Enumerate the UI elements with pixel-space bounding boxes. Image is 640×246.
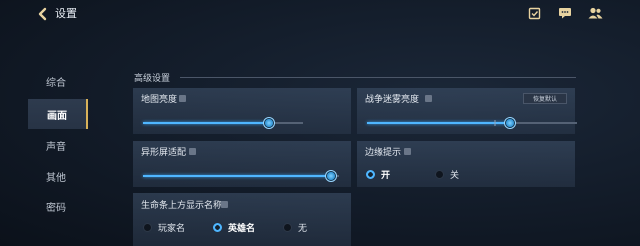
edge-hint-panel: 边缘提示 开 关 — [357, 141, 575, 187]
radio-label: 无 — [298, 224, 308, 234]
slider-knob[interactable] — [503, 117, 516, 129]
info-icon[interactable] — [425, 95, 432, 102]
info-icon[interactable] — [189, 148, 196, 155]
reset-default-button[interactable]: 恢复默认 — [523, 93, 567, 104]
sidebar-item-display[interactable]: 画面 — [28, 99, 88, 129]
radio-dot — [283, 223, 292, 232]
section-divider — [180, 77, 576, 78]
default-value-marker — [494, 120, 496, 126]
notch-adapt-label: 异形屏适配 — [141, 148, 187, 158]
page-title: 设置 — [55, 7, 77, 20]
radio-label: 关 — [450, 171, 460, 181]
slider-fill — [367, 122, 510, 124]
edge-hint-off-radio[interactable]: 关 — [435, 168, 459, 181]
slider-knob[interactable] — [325, 170, 338, 182]
back-arrow-icon[interactable] — [35, 6, 51, 22]
slider-knob[interactable] — [263, 117, 276, 129]
slider-fill — [143, 175, 332, 177]
section-title: 高级设置 — [134, 74, 171, 84]
sidebar-item-password[interactable]: 密码 — [0, 191, 112, 221]
fog-brightness-label: 战争迷雾亮度 — [365, 95, 420, 105]
radio-label: 玩家名 — [158, 224, 186, 234]
radio-dot — [435, 170, 444, 179]
radio-label: 开 — [381, 171, 391, 181]
sidebar-item-label: 密码 — [46, 202, 66, 214]
map-brightness-panel: 地图亮度 — [133, 88, 351, 134]
sidebar-item-sound[interactable]: 声音 — [0, 130, 112, 160]
name-display-panel: 生命条上方显示名称 玩家名 英雄名 无 — [133, 193, 351, 246]
name-display-none-radio[interactable]: 无 — [283, 221, 307, 234]
sidebar-item-general[interactable]: 综合 — [0, 66, 112, 96]
notch-adapt-slider[interactable] — [143, 170, 339, 182]
radio-dot — [143, 223, 152, 232]
name-display-hero-radio[interactable]: 英雄名 — [213, 221, 255, 234]
fog-brightness-slider[interactable] — [367, 117, 577, 129]
info-icon[interactable] — [179, 95, 186, 102]
top-bar: 设置 — [0, 0, 640, 28]
info-icon[interactable] — [404, 148, 411, 155]
radio-label: 英雄名 — [228, 224, 256, 234]
name-display-label: 生命条上方显示名称 — [141, 201, 223, 211]
sidebar-item-other[interactable]: 其他 — [0, 161, 112, 191]
radio-dot — [213, 223, 222, 232]
map-brightness-label: 地图亮度 — [141, 95, 178, 105]
task-icon[interactable] — [526, 6, 542, 20]
notch-adapt-panel: 异形屏适配 — [133, 141, 351, 187]
radio-dot — [366, 170, 375, 179]
name-display-player-radio[interactable]: 玩家名 — [143, 221, 185, 234]
edge-hint-on-radio[interactable]: 开 — [366, 168, 390, 181]
sidebar-item-label: 画面 — [47, 110, 67, 122]
slider-fill — [143, 122, 270, 124]
sidebar-item-label: 其他 — [46, 172, 66, 184]
chat-icon[interactable] — [557, 6, 573, 20]
sidebar-item-label: 综合 — [46, 77, 66, 89]
edge-hint-label: 边缘提示 — [365, 148, 402, 158]
info-icon[interactable] — [221, 201, 228, 208]
map-brightness-slider[interactable] — [143, 117, 303, 129]
friends-icon[interactable] — [587, 6, 603, 20]
sidebar-item-label: 声音 — [46, 141, 66, 153]
fog-brightness-panel: 战争迷雾亮度 恢复默认 — [357, 88, 577, 134]
